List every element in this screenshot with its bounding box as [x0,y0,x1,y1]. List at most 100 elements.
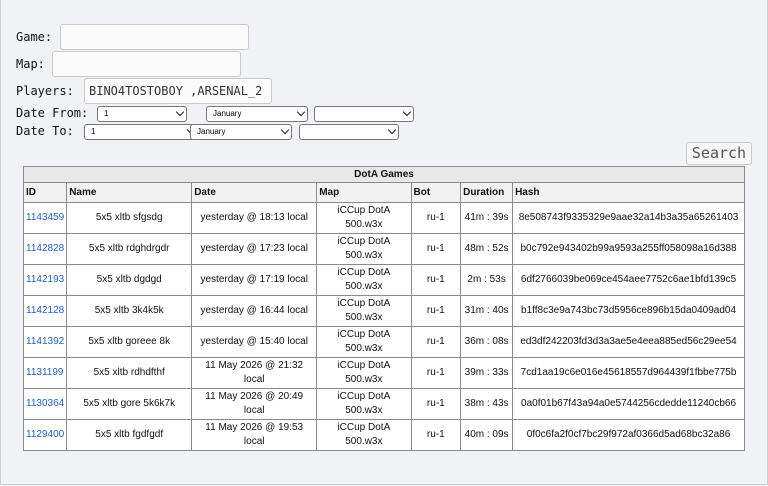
game-id-cell: 1142128 [22,295,68,327]
game-name-cell: 5x5 xltb rdghdrgdr [66,233,193,265]
game-label: Game: [16,30,53,44]
players-label: Players: [16,84,74,98]
game-date-cell: 11 May 2026 @ 19:53 local [191,419,318,451]
chevron-down-icon [175,107,185,117]
date-from-label: Date From: [16,106,89,120]
date-to-label: Date To: [16,124,74,138]
column-header-id: ID [22,182,68,203]
game-id-link[interactable]: 1141392 [26,336,64,347]
game-id-cell: 1141392 [22,326,68,358]
game-hash-cell: 0f0c6fa2f0cf7bc29f972af0366d5ad68bc32a86 [512,419,745,451]
game-map-cell: iCCup DotA 500.w3x [316,202,412,234]
game-name-cell: 5x5 xltb 3k4k5k [66,295,193,327]
chevron-down-icon [280,125,290,135]
column-header-duration: Duration [460,182,514,203]
game-name-cell: 5x5 xltb fgdfgdf [66,419,193,451]
table-row: 1142128 5x5 xltb 3k4k5k yesterday @ 16:4… [22,295,745,327]
game-hash-cell: 0a0f01b67f43a94a0e5744256cdedde11240cb66 [512,388,745,420]
game-input[interactable] [60,24,249,50]
map-input[interactable] [52,51,241,77]
table-row: 1141392 5x5 xltb goreee 8k yesterday @ 1… [22,326,745,358]
game-duration-cell: 40m : 09s [460,419,514,451]
game-id-link[interactable]: 1129400 [26,429,64,440]
game-map-cell: iCCup DotA 500.w3x [316,264,412,296]
game-id-cell: 1142828 [22,233,68,265]
game-map-cell: iCCup DotA 500.w3x [316,419,412,451]
game-hash-cell: ed3df242203fd3d3a3ae5e4eea885ed56c29ee54 [512,326,745,358]
game-map-cell: iCCup DotA 500.w3x [316,295,412,327]
game-id-link[interactable]: 1130364 [26,398,64,409]
game-id-link[interactable]: 1142828 [26,243,64,254]
game-date-cell: yesterday @ 18:13 local [191,202,318,234]
game-date-cell: yesterday @ 17:23 local [191,233,318,265]
game-date-cell: yesterday @ 15:40 local [191,326,318,358]
players-input[interactable]: BINO4TOSTOBOY ,ARSENAL_2 [84,78,272,104]
date-from-month-value: January [213,109,242,118]
game-name-cell: 5x5 xltb goreee 8k [66,326,193,358]
game-bot-cell: ru-1 [410,233,462,265]
search-button[interactable]: Search [686,142,752,165]
date-from-month-select[interactable]: January [206,106,308,122]
game-bot-cell: ru-1 [410,388,462,420]
chevron-down-icon [402,107,412,117]
date-from-day-select[interactable]: 1 [97,106,187,122]
game-id-cell: 1130364 [22,388,68,420]
game-map-cell: iCCup DotA 500.w3x [316,326,412,358]
game-id-link[interactable]: 1131199 [26,367,63,378]
game-id-cell: 1142193 [22,264,68,296]
game-name-cell: 5x5 xltb sfgsdg [66,202,193,234]
game-duration-cell: 31m : 40s [460,295,514,327]
table-row: 1131199 5x5 xltb rdhdfthf 11 May 2026 @ … [22,357,745,389]
game-hash-cell: 6df2766039be069ce454aee7752c6ae1bfd139c5 [512,264,745,296]
game-id-cell: 1129400 [22,419,68,451]
game-bot-cell: ru-1 [410,202,462,234]
game-duration-cell: 38m : 43s [460,388,514,420]
date-to-day-select[interactable]: 1 [84,124,198,140]
table-caption: DotA Games [23,166,745,183]
date-to-day-value: 1 [91,127,96,136]
game-duration-cell: 36m : 08s [460,326,514,358]
chevron-down-icon [387,125,397,135]
game-date-cell: yesterday @ 16:44 local [191,295,318,327]
column-header-hash: Hash [512,182,745,203]
table-row: 1129400 5x5 xltb fgdfgdf 11 May 2026 @ 1… [22,419,745,451]
game-map-cell: iCCup DotA 500.w3x [316,233,412,265]
game-bot-cell: ru-1 [410,326,462,358]
column-header-map: Map [316,182,412,203]
date-to-month-value: January [197,127,226,136]
map-label: Map: [16,57,45,71]
date-to-month-select[interactable]: January [190,124,292,140]
column-header-bot: Bot [410,182,462,203]
game-id-link[interactable]: 1143459 [26,212,64,223]
chevron-down-icon [296,107,306,117]
game-bot-cell: ru-1 [410,419,462,451]
date-from-day-value: 1 [104,109,109,118]
game-duration-cell: 2m : 53s [460,264,514,296]
game-bot-cell: ru-1 [410,264,462,296]
game-duration-cell: 41m : 39s [460,202,514,234]
game-id-link[interactable]: 1142128 [26,305,64,316]
date-to-year-select[interactable] [299,124,399,140]
game-hash-cell: b1ff8c3e9a743bc73d5956ce896b15da0409ad04 [512,295,745,327]
game-id-cell: 1131199 [22,357,68,389]
game-map-cell: iCCup DotA 500.w3x [316,388,412,420]
game-date-cell: 11 May 2026 @ 20:49 local [191,388,318,420]
game-name-cell: 5x5 xltb rdhdfthf [66,357,193,389]
table-row: 1142828 5x5 xltb rdghdrgdr yesterday @ 1… [22,233,745,265]
game-map-cell: iCCup DotA 500.w3x [316,357,412,389]
game-duration-cell: 39m : 33s [460,357,514,389]
game-id-cell: 1143459 [22,202,68,234]
game-name-cell: 5x5 xltb dgdgd [66,264,193,296]
game-hash-cell: 8e508743f9335329e9aae32a14b3a35a65261403 [512,202,745,234]
game-date-cell: 11 May 2026 @ 21:32 local [191,357,318,389]
game-hash-cell: 7cd1aa19c6e016e45618557d964439f1fbbe775b [512,357,745,389]
game-bot-cell: ru-1 [410,357,462,389]
table-row: 1130364 5x5 xltb gore 5k6k7k 11 May 2026… [22,388,745,420]
game-hash-cell: b0c792e943402b99a9593a255ff058098a16d388 [512,233,745,265]
table-row: 1142193 5x5 xltb dgdgd yesterday @ 17:19… [22,264,745,296]
date-from-year-select[interactable] [314,106,414,122]
game-name-cell: 5x5 xltb gore 5k6k7k [66,388,193,420]
game-id-link[interactable]: 1142193 [26,274,64,285]
table-row: 1143459 5x5 xltb sfgsdg yesterday @ 18:1… [22,202,745,234]
games-table: DotA Games ID Name Date Map Bot Duration… [22,166,745,451]
